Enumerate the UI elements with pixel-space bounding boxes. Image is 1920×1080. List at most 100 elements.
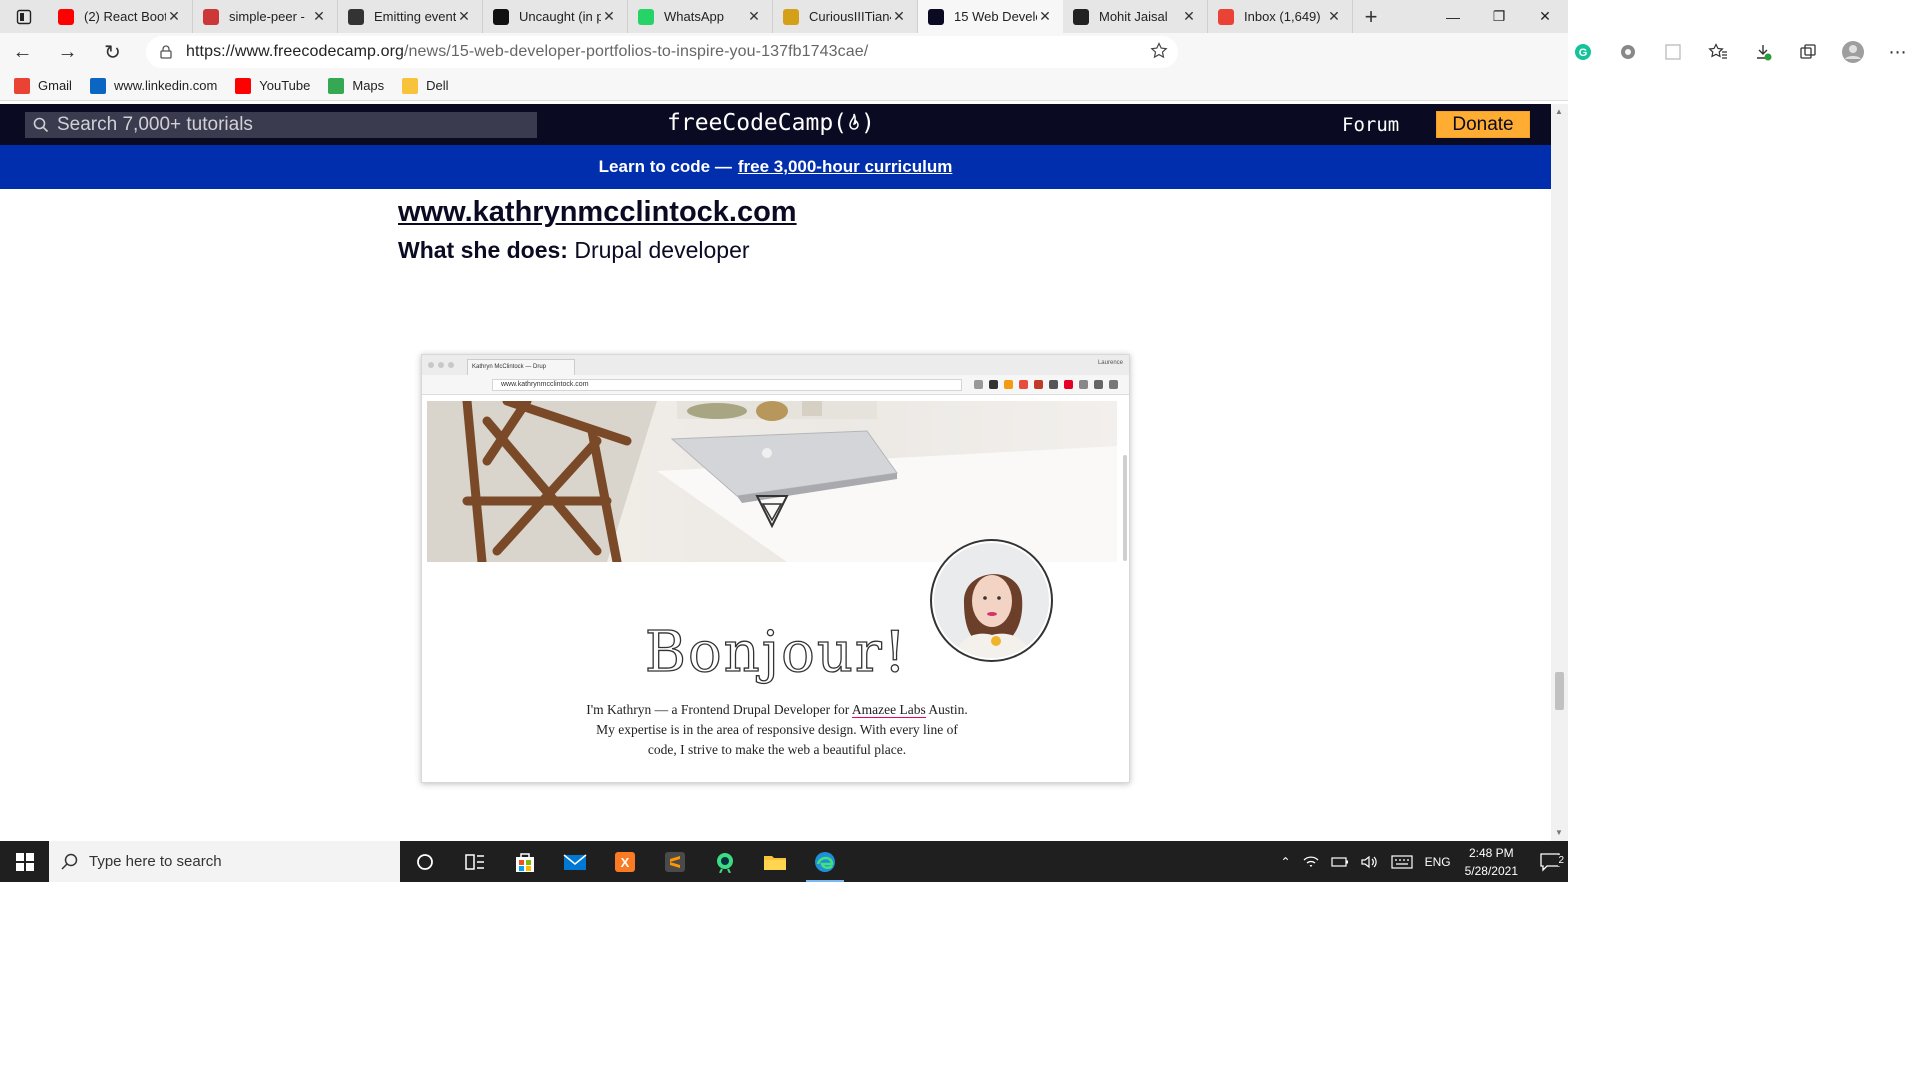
bookmark-label: Maps: [352, 78, 385, 93]
browser-tab[interactable]: 15 Web Develo ✕: [918, 0, 1063, 33]
reload-button[interactable]: ↻: [90, 33, 135, 71]
fcc-logo[interactable]: freeCodeCamp( ): [667, 110, 875, 136]
forward-button[interactable]: →: [45, 33, 90, 71]
keyboard-icon[interactable]: [1390, 854, 1413, 869]
close-tab-icon[interactable]: ✕: [166, 8, 182, 25]
bio-text-1: I'm Kathryn — a Frontend Drupal Develope…: [586, 702, 852, 717]
scroll-up-arrow-icon[interactable]: ▲: [1555, 107, 1563, 116]
youtube-icon: [58, 8, 74, 25]
tab-title: CuriousIIITian4: [809, 9, 891, 24]
browser-tab[interactable]: simple-peer - ✕: [193, 0, 338, 33]
action-center-button[interactable]: 2: [1532, 852, 1568, 872]
bookmark-label: Gmail: [38, 78, 72, 93]
xampp-icon[interactable]: X: [600, 841, 650, 882]
extension-gear-icon[interactable]: [1605, 33, 1650, 71]
tab-strip: (2) React Boot ✕ simple-peer - ✕ Emitting ev…: [0, 0, 1568, 33]
close-tab-icon[interactable]: ✕: [746, 8, 762, 25]
tab-actions-button[interactable]: [0, 0, 48, 33]
amazee-labs-link: Amazee Labs: [851, 702, 926, 718]
grammarly-icon[interactable]: G: [1560, 33, 1605, 71]
bookmark-item[interactable]: Gmail: [14, 77, 72, 94]
fcc-search-input[interactable]: [57, 114, 517, 136]
screenshot-extension-icons: [974, 380, 1118, 389]
edge-taskbar-icon[interactable]: [800, 841, 850, 882]
lock-icon[interactable]: [146, 45, 186, 59]
sublime-text-icon[interactable]: [650, 841, 700, 882]
downloads-icon[interactable]: [1740, 33, 1785, 71]
close-tab-icon[interactable]: ✕: [456, 8, 472, 25]
tab-title: Inbox (1,649): [1244, 9, 1321, 24]
address-bar[interactable]: https://www.freecodecamp.org/news/15-web…: [146, 36, 1178, 68]
taskbar-search-box[interactable]: [49, 841, 400, 882]
file-explorer-icon[interactable]: [750, 841, 800, 882]
close-tab-icon[interactable]: ✕: [1181, 8, 1197, 25]
favorites-icon[interactable]: [1695, 33, 1740, 71]
donate-button[interactable]: Donate: [1436, 111, 1530, 138]
language-indicator[interactable]: ENG: [1425, 855, 1451, 869]
add-favorite-icon[interactable]: [1150, 42, 1168, 65]
show-hidden-icons-icon[interactable]: ⌃: [1281, 855, 1291, 869]
web-page: freeCodeCamp( ) Forum Donate Learn to co…: [0, 104, 1551, 841]
scrollbar-thumb[interactable]: [1555, 672, 1564, 710]
github-icon: [493, 8, 509, 25]
folder-icon: [402, 77, 419, 94]
profile-avatar-icon[interactable]: [1830, 33, 1875, 71]
browser-tab[interactable]: Uncaught (in p ✕: [483, 0, 628, 33]
svg-text:G: G: [1578, 47, 1587, 59]
volume-icon[interactable]: [1360, 855, 1379, 869]
forum-link[interactable]: Forum: [1342, 114, 1399, 136]
android-studio-icon[interactable]: [700, 841, 750, 882]
mail-icon[interactable]: [550, 841, 600, 882]
minimize-button[interactable]: —: [1430, 0, 1476, 33]
close-tab-icon[interactable]: ✕: [601, 8, 617, 25]
portfolio-link[interactable]: www.kathrynmcclintock.com: [398, 196, 797, 229]
screenshot-user: Laurence: [1097, 360, 1123, 366]
compass-icon: [348, 8, 364, 25]
bookmark-item[interactable]: Dell: [402, 77, 449, 94]
bookmark-item[interactable]: Maps: [328, 77, 385, 94]
bio-paragraph: I'm Kathryn — a Frontend Drupal Develope…: [582, 700, 972, 760]
bookmark-item[interactable]: www.linkedin.com: [89, 77, 217, 94]
store-icon[interactable]: [500, 841, 550, 882]
close-window-button[interactable]: ✕: [1522, 0, 1568, 33]
new-tab-button[interactable]: +: [1353, 4, 1389, 30]
window-dots: [428, 362, 454, 368]
browser-tab[interactable]: CuriousIIITian4 ✕: [773, 0, 918, 33]
role-value: Drupal developer: [567, 237, 750, 263]
taskbar-search-input[interactable]: [89, 853, 389, 870]
task-view-icon[interactable]: [450, 841, 500, 882]
collections-icon[interactable]: [1785, 33, 1830, 71]
tab-actions-icon: [16, 9, 32, 24]
back-button[interactable]: ←: [0, 33, 45, 71]
clock[interactable]: 2:48 PM 5/28/2021: [1465, 844, 1518, 880]
settings-more-icon[interactable]: ⋯: [1875, 33, 1920, 71]
cortana-icon[interactable]: [400, 841, 450, 882]
close-tab-icon[interactable]: ✕: [891, 8, 907, 25]
portfolio-screenshot: Kathryn McClintock — Drup Laurence www.k…: [421, 354, 1130, 783]
tab-title: WhatsApp: [664, 9, 724, 24]
browser-tab[interactable]: WhatsApp ✕: [628, 0, 773, 33]
maximize-button[interactable]: ❐: [1476, 0, 1522, 33]
wifi-icon[interactable]: [1303, 855, 1319, 869]
browser-tab[interactable]: Emitting event ✕: [338, 0, 483, 33]
start-button[interactable]: [0, 841, 49, 882]
curriculum-link[interactable]: free 3,000-hour curriculum: [738, 157, 952, 177]
page-scrollbar[interactable]: ▲ ▼: [1551, 104, 1568, 841]
tab-title: (2) React Boot: [84, 9, 166, 24]
battery-icon[interactable]: [1330, 856, 1349, 868]
fcc-logo-text: freeCodeCamp(: [667, 110, 848, 136]
close-tab-icon[interactable]: ✕: [311, 8, 327, 25]
close-tab-icon[interactable]: ✕: [1326, 8, 1342, 25]
close-tab-icon[interactable]: ✕: [1037, 8, 1053, 25]
url-text: https://www.freecodecamp.org/news/15-web…: [186, 43, 868, 61]
learn-banner: Learn to code — free 3,000-hour curricul…: [0, 145, 1551, 189]
extension-square-icon[interactable]: [1650, 33, 1695, 71]
browser-tab[interactable]: Mohit Jaisal ✕: [1063, 0, 1208, 33]
bookmark-item[interactable]: YouTube: [235, 77, 310, 94]
browser-tab[interactable]: (2) React Boot ✕: [48, 0, 193, 33]
linkedin-icon: [89, 77, 106, 94]
desk-illustration: [427, 401, 1117, 562]
fcc-search-box[interactable]: [25, 112, 537, 138]
scroll-down-arrow-icon[interactable]: ▼: [1555, 828, 1563, 837]
browser-tab[interactable]: Inbox (1,649) ✕: [1208, 0, 1353, 33]
